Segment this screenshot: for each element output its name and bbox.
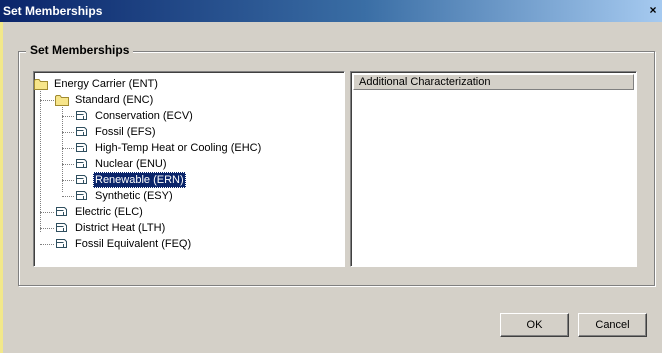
set-icon xyxy=(75,174,88,190)
tree-node-root-label: Energy Carrier (ENT) xyxy=(54,78,158,90)
ok-button[interactable]: OK xyxy=(500,313,569,337)
set-icon xyxy=(75,158,88,174)
membership-tree[interactable]: Energy Carrier (ENT) Standard (ENC) Conser… xyxy=(33,71,345,267)
tree-node-root-child-label: Electric (ELC) xyxy=(75,206,143,218)
tree-node-standard-child-label: Conservation (ECV) xyxy=(95,110,193,122)
set-icon xyxy=(75,110,88,126)
group-title: Set Memberships xyxy=(26,43,134,57)
background-strip xyxy=(0,22,3,353)
tree-node-standard-child-label: Renewable (ERN) xyxy=(93,172,186,188)
set-icon xyxy=(75,126,88,142)
set-icon xyxy=(55,238,68,254)
set-icon xyxy=(75,142,88,158)
set-icon xyxy=(55,222,68,238)
folder-icon xyxy=(34,78,48,95)
tree-node-root-child-label: Fossil Equivalent (FEQ) xyxy=(75,238,192,250)
tree-node-standard-child-label: Fossil (EFS) xyxy=(95,126,156,138)
cancel-button[interactable]: Cancel xyxy=(578,313,647,337)
close-icon[interactable]: × xyxy=(646,3,660,17)
folder-icon xyxy=(55,94,69,111)
title-bar: Set Memberships × xyxy=(0,0,662,22)
window-title: Set Memberships xyxy=(3,4,103,18)
set-icon xyxy=(55,206,68,222)
column-header[interactable]: Additional Characterization xyxy=(353,74,634,90)
tree-node-standard-child-label: High-Temp Heat or Cooling (EHC) xyxy=(95,142,262,154)
tree-node-standard-child-label: Synthetic (ESY) xyxy=(95,190,173,202)
tree-node-standard-child-label: Nuclear (ENU) xyxy=(95,158,167,170)
characterization-list[interactable]: Additional Characterization xyxy=(350,71,637,267)
tree-node-root-child-label: District Heat (LTH) xyxy=(75,222,166,234)
tree-node-standard-label: Standard (ENC) xyxy=(75,94,154,106)
